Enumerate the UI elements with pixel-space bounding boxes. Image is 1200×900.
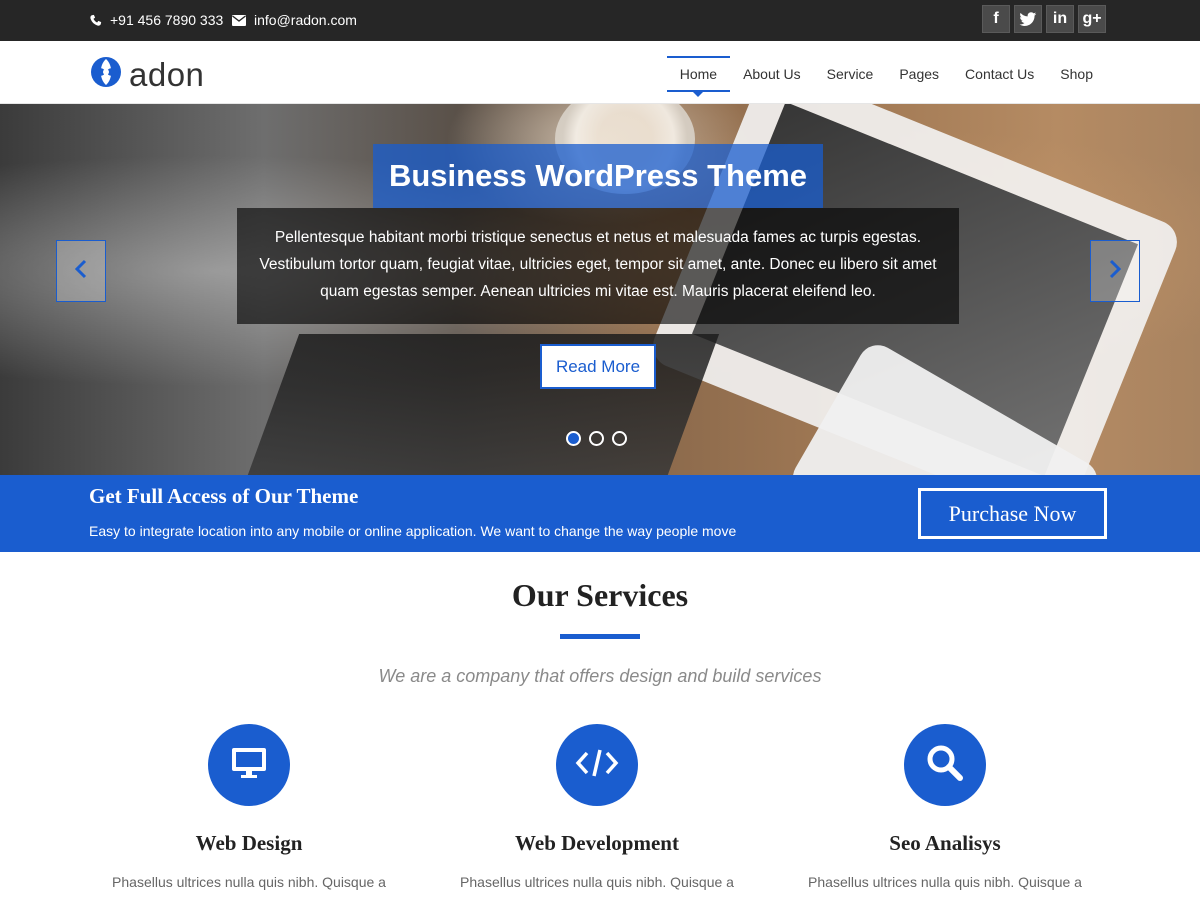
service-name: Seo Analisys [889,831,1001,855]
service-text: Phasellus ultrices nulla quis nibh. Quis… [112,874,386,890]
phone-icon [89,14,102,27]
nav-home[interactable]: Home [666,56,731,97]
cta-subtitle: Easy to integrate location into any mobi… [89,523,737,539]
services-divider [560,634,640,639]
google-plus-icon[interactable]: g+ [1078,5,1106,33]
nav-service-label: Service [826,66,874,82]
slider-dot-3[interactable] [612,431,627,446]
service-icon-circle[interactable] [556,724,638,806]
service-name: Web Development [515,831,679,855]
service-web-design: Web Design Phasellus ultrices nulla quis… [99,724,399,890]
nav-contact-us-label: Contact Us [965,66,1035,82]
hero-description: Pellentesque habitant morbi tristique se… [237,208,959,324]
cta-banner: Get Full Access of Our Theme Easy to int… [0,475,1200,552]
service-text: Phasellus ultrices nulla quis nibh. Quis… [808,874,1082,890]
service-icon-circle[interactable] [904,724,986,806]
nav-about-us[interactable]: About Us [730,56,814,92]
phone-number: +91 456 7890 333 [110,12,224,28]
service-text: Phasellus ultrices nulla quis nibh. Quis… [460,874,734,890]
phone-contact[interactable]: +91 456 7890 333 [89,12,223,28]
nav-pages-label: Pages [899,66,940,82]
email-contact[interactable]: info@radon.com [232,12,357,28]
cta-title: Get Full Access of Our Theme [89,484,359,508]
slider-next-button[interactable] [1090,240,1140,302]
slider-dot-2[interactable] [589,431,604,446]
linkedin-icon[interactable]: in [1046,5,1074,33]
nav-pages[interactable]: Pages [886,56,952,92]
service-web-development: Web Development Phasellus ultrices nulla… [447,724,747,890]
monitor-icon [231,747,267,784]
hero-slider: Business WordPress Theme Pellentesque ha… [0,104,1200,475]
nav-about-us-label: About Us [743,66,801,82]
hero-title: Business WordPress Theme [373,144,823,208]
service-seo-analysis: Seo Analisys Phasellus ultrices nulla qu… [795,724,1095,890]
twitter-icon[interactable] [1014,5,1042,33]
service-name: Web Design [195,831,303,855]
slider-pagination [566,431,627,446]
nav-contact-us[interactable]: Contact Us [952,56,1047,92]
logo-text: adon [129,55,205,93]
nav-service[interactable]: Service [814,56,887,92]
services-subtitle: We are a company that offers design and … [378,666,822,686]
logo-icon [89,55,123,94]
slider-dot-1[interactable] [566,431,581,446]
main-navigation: Home About Us Service Pages Contact Us S… [666,56,1106,97]
purchase-now-button[interactable]: Purchase Now [918,488,1107,539]
site-logo[interactable]: adon [89,55,204,94]
nav-shop[interactable]: Shop [1047,56,1106,92]
search-icon [926,744,964,787]
site-header: adon Home About Us Service Pages Contact… [0,41,1200,104]
social-links: f in g+ [982,5,1106,33]
envelope-icon [232,14,246,26]
code-icon [575,748,619,783]
nav-home-label: Home [679,66,718,82]
service-icon-circle[interactable] [208,724,290,806]
top-bar: +91 456 7890 333 info@radon.com f in g+ [0,0,1200,41]
email-address: info@radon.com [254,12,357,28]
chevron-left-icon [74,259,88,284]
active-caret-icon [693,92,704,97]
read-more-button[interactable]: Read More [540,344,656,389]
nav-shop-label: Shop [1060,66,1093,82]
facebook-icon[interactable]: f [982,5,1010,33]
chevron-right-icon [1108,259,1122,284]
services-title: Our Services [511,577,689,613]
slider-prev-button[interactable] [56,240,106,302]
